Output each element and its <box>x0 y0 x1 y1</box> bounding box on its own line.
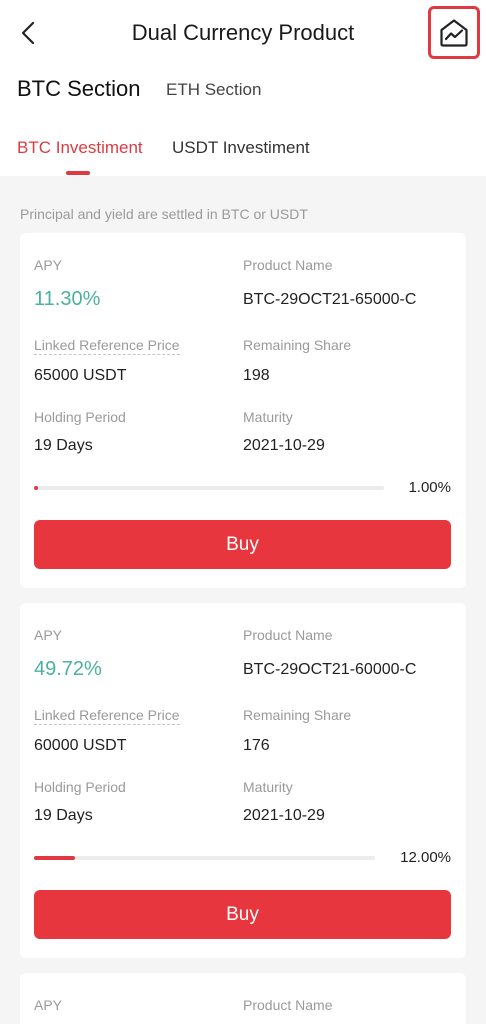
maturity-label: Maturity <box>243 779 293 795</box>
apy-label: APY <box>34 257 63 273</box>
linked-price-label[interactable]: Linked Reference Price <box>34 337 180 355</box>
tab-usdt-investment[interactable]: USDT Investiment <box>172 138 310 158</box>
apy-value: 49.72% <box>34 658 102 680</box>
progress-percent: 12.00% <box>400 849 451 866</box>
product-name-label: Product Name <box>243 997 333 1013</box>
active-tab-indicator <box>66 171 90 175</box>
holding-period-value: 19 Days <box>34 437 93 454</box>
remaining-share-label: Remaining Share <box>243 707 352 723</box>
apy-label: APY <box>34 627 63 643</box>
linked-price-label[interactable]: Linked Reference Price <box>34 707 180 725</box>
holding-period-label: Holding Period <box>34 779 126 795</box>
maturity-value: 2021-10-29 <box>243 437 325 454</box>
holding-period-value: 19 Days <box>34 807 93 824</box>
settlement-note: Principal and yield are settled in BTC o… <box>20 206 308 222</box>
product-name-value: BTC-29OCT21-60000-C <box>243 661 417 678</box>
tab-btc-section[interactable]: BTC Section <box>17 76 141 102</box>
tab-eth-section[interactable]: ETH Section <box>166 80 261 100</box>
progress-fill <box>34 856 75 860</box>
remaining-share-value: 176 <box>243 737 270 754</box>
remaining-share-label: Remaining Share <box>243 337 352 353</box>
top-bar: Dual Currency Product BTC Section ETH Se… <box>0 0 486 176</box>
apy-label: APY <box>34 997 63 1013</box>
chart-button[interactable] <box>428 6 480 59</box>
apy-value: 11.30% <box>34 288 101 310</box>
product-name-label: Product Name <box>243 627 333 643</box>
progress-percent: 1.00% <box>408 479 451 496</box>
maturity-value: 2021-10-29 <box>243 807 325 824</box>
product-name-label: Product Name <box>243 257 333 273</box>
remaining-share-value: 198 <box>243 367 270 384</box>
progress-track <box>34 856 375 860</box>
maturity-label: Maturity <box>243 409 293 425</box>
tab-btc-investment[interactable]: BTC Investiment <box>17 138 143 158</box>
linked-price-value: 65000 USDT <box>34 367 127 384</box>
product-card: APY Product Name <box>20 973 466 1024</box>
progress-fill <box>34 486 38 490</box>
buy-button[interactable]: Buy <box>34 520 451 569</box>
product-card: APY 49.72% Product Name BTC-29OCT21-6000… <box>20 603 466 958</box>
buy-button[interactable]: Buy <box>34 890 451 939</box>
trend-chart-icon <box>440 18 468 47</box>
page-title: Dual Currency Product <box>131 20 355 45</box>
linked-price-value: 60000 USDT <box>34 737 127 754</box>
holding-period-label: Holding Period <box>34 409 126 425</box>
product-card: APY 11.30% Product Name BTC-29OCT21-6500… <box>20 233 466 588</box>
progress-track <box>34 486 384 490</box>
product-name-value: BTC-29OCT21-65000-C <box>243 291 417 308</box>
